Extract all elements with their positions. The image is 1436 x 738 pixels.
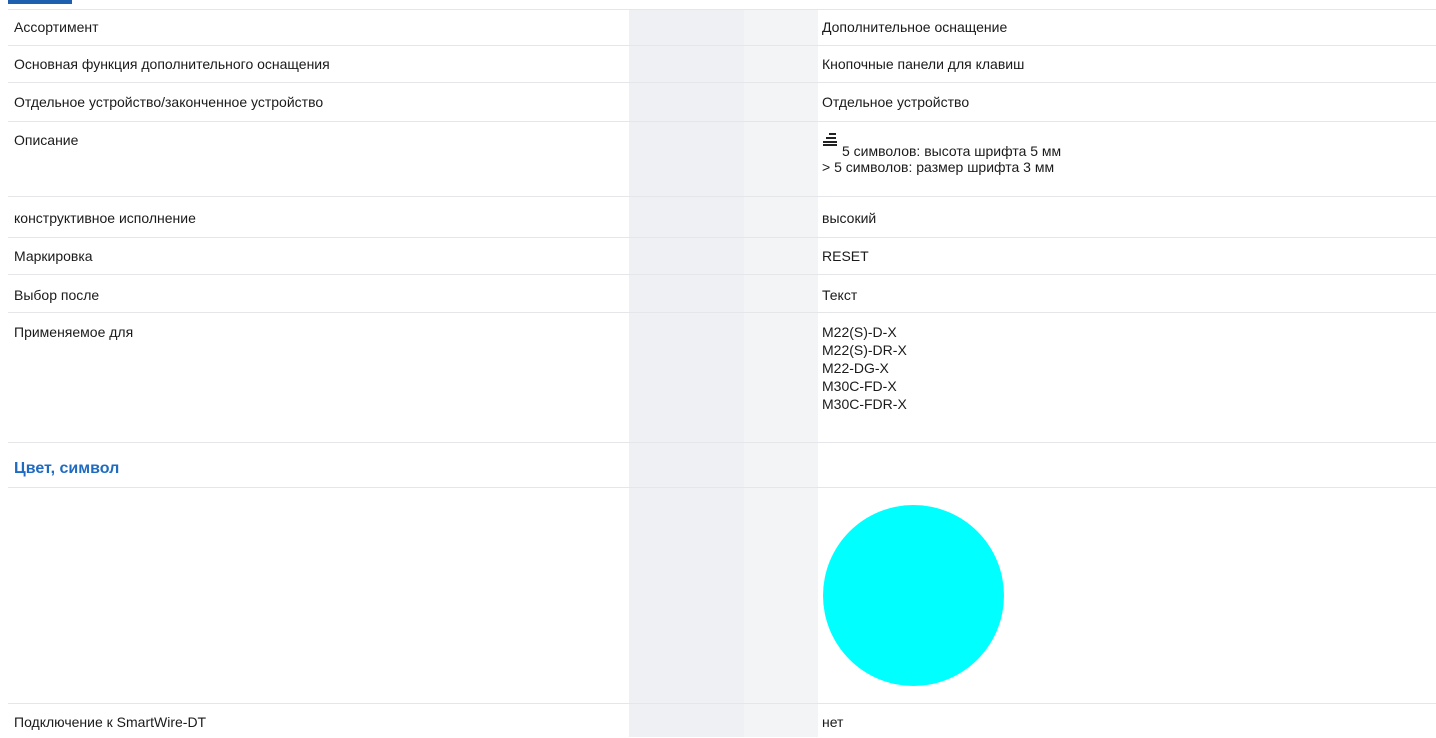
- section-header-row: Цвет, символ: [8, 442, 1436, 488]
- row-label: Отдельное устройство/законченное устройс…: [14, 94, 324, 110]
- section-title: Цвет, символ: [14, 460, 120, 477]
- row-label: конструктивное исполнение: [14, 210, 196, 226]
- list-item: M22(S)-D-X: [822, 324, 897, 340]
- table-row: Описание 5 символов: высота шрифта 5 мм …: [8, 121, 1436, 197]
- description-value: 5 символов: высота шрифта 5 мм > 5 симво…: [822, 132, 1061, 176]
- list-item: M22-DG-X: [822, 360, 889, 376]
- table-row: Ассортимент Дополнительное оснащение: [8, 9, 1436, 46]
- text-lines-icon: [823, 133, 837, 146]
- row-label: Маркировка: [14, 248, 93, 264]
- row-value: Текст: [822, 287, 858, 303]
- description-line-2: > 5 символов: размер шрифта 3 мм: [822, 159, 1055, 175]
- row-value: Кнопочные панели для клавиш: [822, 56, 1025, 72]
- table-row: Основная функция дополнительного оснащен…: [8, 45, 1436, 83]
- row-label: Выбор после: [14, 287, 100, 303]
- list-item: M22(S)-DR-X: [822, 342, 907, 358]
- row-value: нет: [822, 714, 844, 730]
- row-label: Описание: [14, 132, 79, 148]
- list-item: M30C-FDR-X: [822, 396, 907, 412]
- table-row: Отдельное устройство/законченное устройс…: [8, 82, 1436, 122]
- row-value: высокий: [822, 210, 877, 226]
- description-line-1: 5 символов: высота шрифта 5 мм: [842, 143, 1062, 159]
- table-row: Маркировка RESET: [8, 237, 1436, 275]
- row-label: Подключение к SmartWire-DT: [14, 714, 207, 730]
- row-label: Применяемое для: [14, 324, 134, 340]
- table-row: конструктивное исполнение высокий: [8, 196, 1436, 238]
- table-row: Подключение к SmartWire-DT нет: [8, 703, 1436, 738]
- section-header-fragment: [8, 0, 72, 4]
- table-row: Выбор после Текст: [8, 274, 1436, 313]
- row-label: Ассортимент: [14, 19, 99, 35]
- row-label: Основная функция дополнительного оснащен…: [14, 56, 330, 72]
- list-item: M30C-FD-X: [822, 378, 897, 394]
- color-swatch: [823, 505, 1004, 686]
- row-value: Отдельное устройство: [822, 94, 970, 110]
- row-value: RESET: [822, 248, 869, 264]
- table-row: [8, 487, 1436, 704]
- applicable-list: M22(S)-D-X M22(S)-DR-X M22-DG-X M30C-FD-…: [822, 323, 907, 413]
- row-value: Дополнительное оснащение: [822, 19, 1008, 35]
- table-row: Применяемое для M22(S)-D-X M22(S)-DR-X M…: [8, 312, 1436, 443]
